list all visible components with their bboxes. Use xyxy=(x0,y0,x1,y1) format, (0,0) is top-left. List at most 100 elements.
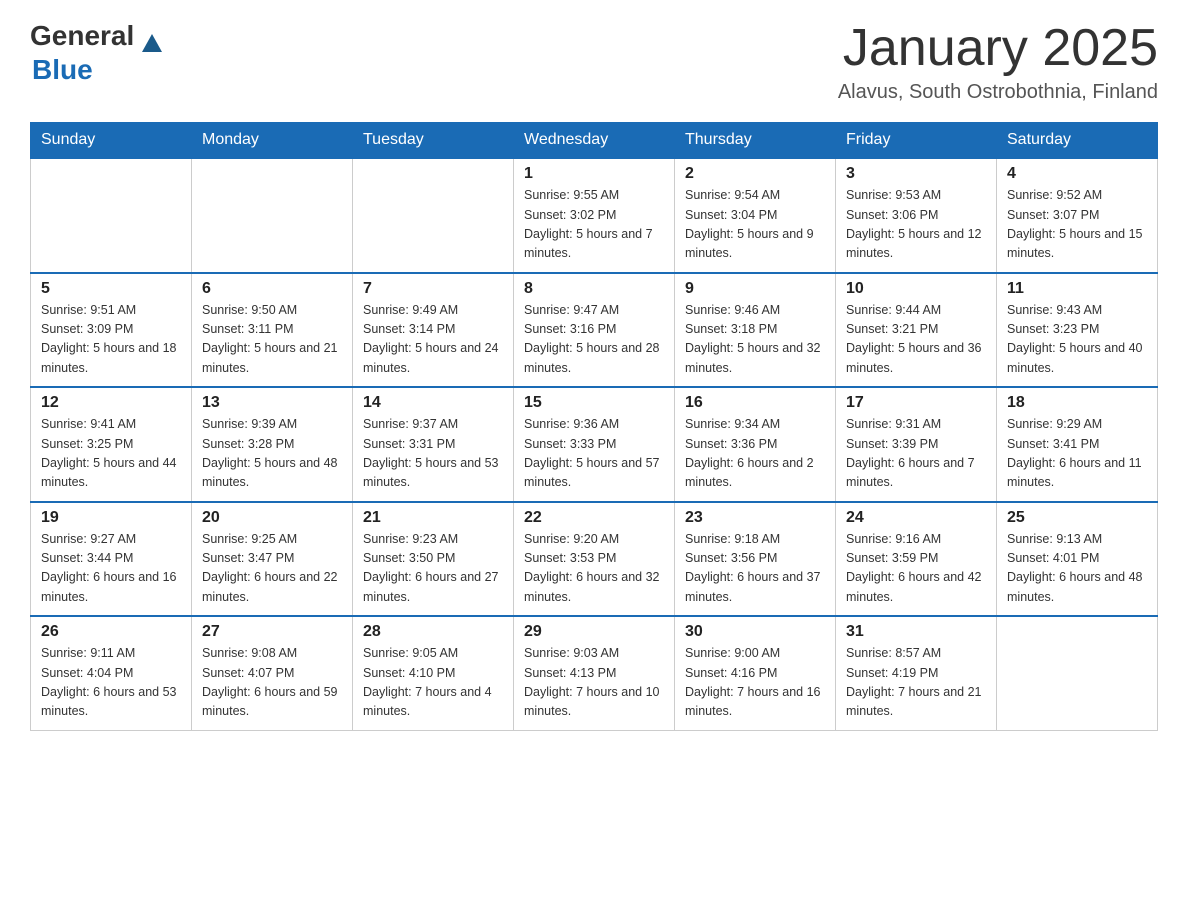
day-info: Sunrise: 9:27 AM Sunset: 3:44 PM Dayligh… xyxy=(41,530,181,608)
weekday-header-friday: Friday xyxy=(836,123,997,159)
weekday-header-wednesday: Wednesday xyxy=(514,123,675,159)
day-number: 1 xyxy=(524,165,664,183)
day-number: 20 xyxy=(202,509,342,527)
day-number: 3 xyxy=(846,165,986,183)
calendar-cell xyxy=(353,158,514,273)
calendar-cell: 23Sunrise: 9:18 AM Sunset: 3:56 PM Dayli… xyxy=(675,502,836,617)
day-info: Sunrise: 9:50 AM Sunset: 3:11 PM Dayligh… xyxy=(202,301,342,379)
calendar-cell: 1 Sunrise: 9:55 AM Sunset: 3:02 PM Daylig… xyxy=(514,158,675,273)
calendar-cell: 5 Sunrise: 9:51 AM Sunset: 3:09 PM Daylig… xyxy=(31,273,192,388)
month-title: January 2025 xyxy=(838,20,1158,77)
calendar-cell: 8 Sunrise: 9:47 AM Sunset: 3:16 PM Daylig… xyxy=(514,273,675,388)
day-info: Sunrise: 8:57 AM Sunset: 4:19 PM Dayligh… xyxy=(846,644,986,722)
day-number: 30 xyxy=(685,623,825,641)
calendar-cell: 19Sunrise: 9:27 AM Sunset: 3:44 PM Dayli… xyxy=(31,502,192,617)
calendar-cell: 16Sunrise: 9:34 AM Sunset: 3:36 PM Dayli… xyxy=(675,387,836,502)
day-number: 29 xyxy=(524,623,664,641)
calendar-cell: 10Sunrise: 9:44 AM Sunset: 3:21 PM Dayli… xyxy=(836,273,997,388)
day-number: 6 xyxy=(202,280,342,298)
calendar-cell: 21 Sunrise: 9:23 AM Sunset: 3:50 PM Dayli… xyxy=(353,502,514,617)
day-number: 13 xyxy=(202,394,342,412)
day-number: 21 xyxy=(363,509,503,527)
day-number: 8 xyxy=(524,280,664,298)
weekday-header-thursday: Thursday xyxy=(675,123,836,159)
day-info: Sunrise: 9:34 AM Sunset: 3:36 PM Dayligh… xyxy=(685,415,825,493)
day-number: 2 xyxy=(685,165,825,183)
calendar-cell: 26Sunrise: 9:11 AM Sunset: 4:04 PM Dayli… xyxy=(31,616,192,730)
day-number: 28 xyxy=(363,623,503,641)
calendar-cell: 20 Sunrise: 9:25 AM Sunset: 3:47 PM Dayli… xyxy=(192,502,353,617)
day-info: Sunrise: 9:55 AM Sunset: 3:02 PM Dayligh… xyxy=(524,186,664,264)
calendar-cell: 7Sunrise: 9:49 AM Sunset: 3:14 PM Daylig… xyxy=(353,273,514,388)
calendar-cell: 30 Sunrise: 9:00 AM Sunset: 4:16 PM Dayli… xyxy=(675,616,836,730)
day-info: Sunrise: 9:13 AM Sunset: 4:01 PM Dayligh… xyxy=(1007,530,1147,608)
calendar-cell xyxy=(997,616,1158,730)
week-row-5: 26Sunrise: 9:11 AM Sunset: 4:04 PM Dayli… xyxy=(31,616,1158,730)
logo-triangle-icon xyxy=(142,34,162,52)
logo-blue-text: Blue xyxy=(30,54,162,86)
day-number: 10 xyxy=(846,280,986,298)
day-number: 11 xyxy=(1007,280,1147,298)
day-number: 17 xyxy=(846,394,986,412)
calendar-cell: 18 Sunrise: 9:29 AM Sunset: 3:41 PM Dayli… xyxy=(997,387,1158,502)
calendar-cell xyxy=(31,158,192,273)
day-number: 12 xyxy=(41,394,181,412)
day-number: 22 xyxy=(524,509,664,527)
calendar-cell: 6 Sunrise: 9:50 AM Sunset: 3:11 PM Daylig… xyxy=(192,273,353,388)
weekday-header-saturday: Saturday xyxy=(997,123,1158,159)
day-info: Sunrise: 9:16 AM Sunset: 3:59 PM Dayligh… xyxy=(846,530,986,608)
day-number: 18 xyxy=(1007,394,1147,412)
calendar-cell: 27 Sunrise: 9:08 AM Sunset: 4:07 PM Dayli… xyxy=(192,616,353,730)
day-info: Sunrise: 9:54 AM Sunset: 3:04 PM Dayligh… xyxy=(685,186,825,264)
calendar-cell: 28 Sunrise: 9:05 AM Sunset: 4:10 PM Dayli… xyxy=(353,616,514,730)
logo-general-text: General xyxy=(30,20,134,51)
calendar-cell: 3 Sunrise: 9:53 AM Sunset: 3:06 PM Daylig… xyxy=(836,158,997,273)
weekday-header-row: SundayMondayTuesdayWednesdayThursdayFrid… xyxy=(31,123,1158,159)
page-header: General Blue January 2025 Alavus, South … xyxy=(30,20,1158,104)
day-info: Sunrise: 9:29 AM Sunset: 3:41 PM Dayligh… xyxy=(1007,415,1147,493)
day-info: Sunrise: 9:52 AM Sunset: 3:07 PM Dayligh… xyxy=(1007,186,1147,264)
calendar-cell: 9Sunrise: 9:46 AM Sunset: 3:18 PM Daylig… xyxy=(675,273,836,388)
day-number: 25 xyxy=(1007,509,1147,527)
calendar-cell: 13Sunrise: 9:39 AM Sunset: 3:28 PM Dayli… xyxy=(192,387,353,502)
day-info: Sunrise: 9:31 AM Sunset: 3:39 PM Dayligh… xyxy=(846,415,986,493)
weekday-header-tuesday: Tuesday xyxy=(353,123,514,159)
calendar-cell: 15Sunrise: 9:36 AM Sunset: 3:33 PM Dayli… xyxy=(514,387,675,502)
day-number: 31 xyxy=(846,623,986,641)
calendar-cell: 31 Sunrise: 8:57 AM Sunset: 4:19 PM Dayli… xyxy=(836,616,997,730)
calendar-cell xyxy=(192,158,353,273)
day-info: Sunrise: 9:37 AM Sunset: 3:31 PM Dayligh… xyxy=(363,415,503,493)
day-number: 14 xyxy=(363,394,503,412)
day-info: Sunrise: 9:00 AM Sunset: 4:16 PM Dayligh… xyxy=(685,644,825,722)
calendar-table: SundayMondayTuesdayWednesdayThursdayFrid… xyxy=(30,122,1158,731)
calendar-cell: 11Sunrise: 9:43 AM Sunset: 3:23 PM Dayli… xyxy=(997,273,1158,388)
day-number: 23 xyxy=(685,509,825,527)
calendar-cell: 12Sunrise: 9:41 AM Sunset: 3:25 PM Dayli… xyxy=(31,387,192,502)
day-info: Sunrise: 9:49 AM Sunset: 3:14 PM Dayligh… xyxy=(363,301,503,379)
day-number: 27 xyxy=(202,623,342,641)
week-row-4: 19Sunrise: 9:27 AM Sunset: 3:44 PM Dayli… xyxy=(31,502,1158,617)
weekday-header-monday: Monday xyxy=(192,123,353,159)
day-number: 24 xyxy=(846,509,986,527)
calendar-cell: 29 Sunrise: 9:03 AM Sunset: 4:13 PM Dayli… xyxy=(514,616,675,730)
day-info: Sunrise: 9:05 AM Sunset: 4:10 PM Dayligh… xyxy=(363,644,503,722)
day-info: Sunrise: 9:47 AM Sunset: 3:16 PM Dayligh… xyxy=(524,301,664,379)
title-area: January 2025 Alavus, South Ostrobothnia,… xyxy=(838,20,1158,104)
day-info: Sunrise: 9:20 AM Sunset: 3:53 PM Dayligh… xyxy=(524,530,664,608)
calendar-cell: 17 Sunrise: 9:31 AM Sunset: 3:39 PM Dayli… xyxy=(836,387,997,502)
day-info: Sunrise: 9:46 AM Sunset: 3:18 PM Dayligh… xyxy=(685,301,825,379)
calendar-cell: 22 Sunrise: 9:20 AM Sunset: 3:53 PM Dayli… xyxy=(514,502,675,617)
day-number: 5 xyxy=(41,280,181,298)
calendar-cell: 25 Sunrise: 9:13 AM Sunset: 4:01 PM Dayli… xyxy=(997,502,1158,617)
logo: General Blue xyxy=(30,20,162,86)
day-info: Sunrise: 9:36 AM Sunset: 3:33 PM Dayligh… xyxy=(524,415,664,493)
day-info: Sunrise: 9:53 AM Sunset: 3:06 PM Dayligh… xyxy=(846,186,986,264)
calendar-cell: 24 Sunrise: 9:16 AM Sunset: 3:59 PM Dayli… xyxy=(836,502,997,617)
day-info: Sunrise: 9:25 AM Sunset: 3:47 PM Dayligh… xyxy=(202,530,342,608)
day-number: 4 xyxy=(1007,165,1147,183)
day-info: Sunrise: 9:51 AM Sunset: 3:09 PM Dayligh… xyxy=(41,301,181,379)
day-info: Sunrise: 9:03 AM Sunset: 4:13 PM Dayligh… xyxy=(524,644,664,722)
day-info: Sunrise: 9:08 AM Sunset: 4:07 PM Dayligh… xyxy=(202,644,342,722)
day-info: Sunrise: 9:23 AM Sunset: 3:50 PM Dayligh… xyxy=(363,530,503,608)
weekday-header-sunday: Sunday xyxy=(31,123,192,159)
